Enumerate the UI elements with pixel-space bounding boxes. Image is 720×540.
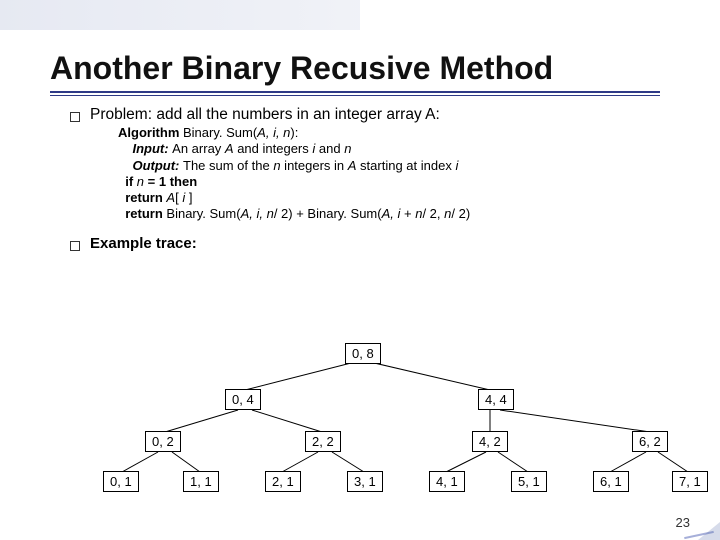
tree-node: 0, 4	[225, 389, 261, 410]
problem-text: Problem: add all the numbers in an integ…	[90, 106, 440, 124]
tree-node: 2, 1	[265, 471, 301, 492]
tree-node: 4, 2	[472, 431, 508, 452]
example-bullet: Example trace:	[70, 235, 720, 252]
top-banner	[0, 0, 360, 30]
bullet-icon	[70, 241, 80, 251]
slide-title: Another Binary Recusive Method	[50, 50, 720, 87]
tree-node: 2, 2	[305, 431, 341, 452]
tree-node: 4, 1	[429, 471, 465, 492]
corner-decoration	[670, 500, 720, 540]
tree-diagram: 0, 8 0, 4 4, 4 0, 2 2, 2 4, 2 6, 2 0, 1 …	[0, 340, 720, 520]
tree-node: 3, 1	[347, 471, 383, 492]
tree-node: 6, 1	[593, 471, 629, 492]
bullet-icon	[70, 112, 80, 122]
tree-edges	[0, 340, 720, 520]
tree-node: 1, 1	[183, 471, 219, 492]
tree-node: 0, 8	[345, 343, 381, 364]
algorithm-block: Algorithm Binary. Sum(A, i, n): Input: A…	[118, 125, 720, 223]
problem-bullet: Problem: add all the numbers in an integ…	[70, 106, 720, 124]
tree-node: 0, 1	[103, 471, 139, 492]
title-underline	[50, 91, 660, 96]
example-label: Example trace:	[90, 235, 197, 252]
tree-node: 0, 2	[145, 431, 181, 452]
tree-node: 7, 1	[672, 471, 708, 492]
tree-node: 6, 2	[632, 431, 668, 452]
tree-node: 5, 1	[511, 471, 547, 492]
content-area: Problem: add all the numbers in an integ…	[70, 106, 720, 252]
tree-node: 4, 4	[478, 389, 514, 410]
